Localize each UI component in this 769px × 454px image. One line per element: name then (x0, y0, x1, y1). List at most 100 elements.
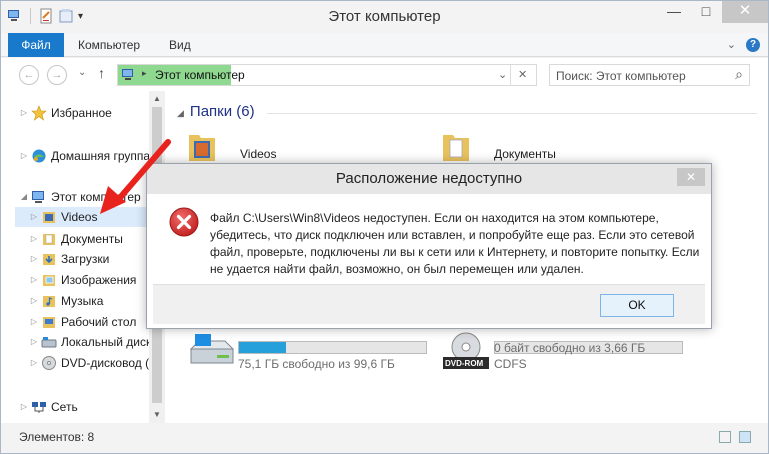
nav-item-label: Этот компьютер (51, 190, 141, 204)
nav-item-label: Videos (61, 210, 98, 224)
folders-group-header[interactable]: ◢ Папки (6) (177, 103, 255, 120)
nav-item-videos[interactable]: ▷ Videos (15, 207, 149, 227)
status-bar: Элементов: 8 (1, 423, 768, 453)
downloads-folder-icon (43, 254, 55, 265)
tab-view[interactable]: Вид (159, 33, 201, 57)
local-disk-free-space: 75,1 ГБ свободно из 99,6 ГБ (238, 357, 395, 371)
dialog-title: Расположение недоступно (335, 170, 523, 187)
ok-button[interactable]: OK (600, 294, 674, 317)
expand-arrow-icon[interactable]: ▷ (29, 229, 39, 249)
help-icon[interactable]: ? (746, 38, 760, 52)
expand-arrow-icon[interactable]: ▷ (29, 291, 39, 311)
nav-item-label: DVD-дисковод (E (61, 356, 158, 370)
search-input[interactable]: Поиск: Этот компьютер (556, 69, 686, 83)
documents-folder-icon[interactable] (441, 129, 471, 163)
window-title: Этот компьютер (328, 8, 441, 25)
address-path[interactable]: Этот компьютер (155, 68, 245, 82)
error-icon (169, 207, 199, 237)
close-button[interactable]: ✕ (722, 1, 768, 23)
items-count: Элементов: 8 (19, 430, 95, 444)
documents-folder-icon (43, 234, 55, 245)
nav-item-favorites[interactable]: ▷ Избранное (19, 103, 112, 123)
nav-item-music[interactable]: ▷ Музыка (29, 291, 104, 311)
nav-item-dvd-drive[interactable]: ▷ DVD-дисковод (E (29, 353, 157, 373)
scroll-up-icon[interactable]: ▲ (149, 91, 165, 107)
nav-item-this-pc[interactable]: ◢ Этот компьютер (19, 187, 141, 207)
collapse-arrow-icon[interactable]: ◢ (19, 187, 29, 207)
dialog-title-bar: Расположение недоступно ✕ (147, 164, 711, 194)
dialog-body: Файл C:\Users\Win8\Videos недоступен. Ес… (153, 194, 705, 284)
local-disk-icon (41, 337, 57, 348)
group-title: Папки (6) (189, 103, 255, 120)
error-dialog: Расположение недоступно ✕ Файл C:\Users\… (146, 163, 712, 329)
search-box[interactable]: Поиск: Этот компьютер ⌕ (549, 64, 750, 86)
videos-folder-icon (43, 212, 55, 223)
nav-item-label: Локальный диск (61, 335, 152, 349)
up-button[interactable]: ↑ (98, 65, 105, 81)
nav-item-label: Изображения (61, 273, 137, 287)
recent-locations-icon[interactable]: ⌄ (78, 67, 86, 78)
scroll-down-icon[interactable]: ▼ (149, 407, 165, 423)
tab-computer[interactable]: Компьютер (68, 33, 150, 57)
dvd-free-space: 0 байт свободно из 3,66 ГБ (494, 341, 646, 355)
expand-arrow-icon[interactable]: ▷ (29, 312, 39, 332)
expand-arrow-icon[interactable]: ▷ (19, 397, 29, 417)
nav-item-desktop[interactable]: ▷ Рабочий стол (29, 312, 136, 332)
homegroup-icon (32, 149, 46, 163)
ribbon-tabs: Файл Компьютер Вид ⌄ ? (1, 33, 768, 57)
computer-icon (32, 191, 44, 203)
expand-arrow-icon[interactable]: ▷ (19, 146, 29, 166)
dvd-rom-badge: DVD-ROM (445, 359, 484, 368)
expand-arrow-icon[interactable]: ▷ (29, 207, 39, 227)
large-icons-view-icon[interactable] (739, 431, 751, 443)
window-controls: — □ ✕ (658, 1, 768, 23)
expand-arrow-icon[interactable]: ▷ (29, 353, 39, 373)
address-dropdown-icon[interactable]: ⌄ (498, 68, 507, 81)
group-divider (267, 113, 757, 114)
expand-arrow-icon[interactable]: ▷ (19, 103, 29, 123)
address-divider (510, 65, 511, 85)
local-disk-icon[interactable] (187, 331, 237, 367)
star-icon (31, 105, 47, 121)
folder-name-videos[interactable]: Videos (240, 147, 276, 161)
dialog-message: Файл C:\Users\Win8\Videos недоступен. Ес… (210, 211, 700, 276)
expand-arrow-icon[interactable]: ▷ (29, 270, 39, 290)
nav-item-label: Домашняя группа (51, 149, 151, 163)
group-collapse-icon[interactable]: ◢ (177, 108, 184, 118)
address-bar-row: ← → ⌄ ↑ ▸ Этот компьютер ⌄ ✕ Поиск: Этот… (1, 58, 768, 91)
minimize-button[interactable]: — (658, 1, 690, 23)
maximize-button[interactable]: □ (690, 1, 722, 23)
nav-item-homegroup[interactable]: ▷ Домашняя группа (19, 146, 150, 166)
nav-item-downloads[interactable]: ▷ Загрузки (29, 249, 109, 269)
nav-item-label: Документы (61, 232, 123, 246)
tab-file[interactable]: Файл (8, 33, 64, 57)
navigation-pane: ▷ Избранное ▷ Домашняя группа ◢ Этот ком… (1, 91, 165, 423)
videos-folder-icon[interactable] (187, 129, 217, 163)
dvd-filesystem: CDFS (494, 357, 527, 371)
nav-item-label: Музыка (61, 294, 104, 308)
dialog-close-button[interactable]: ✕ (677, 168, 705, 186)
title-bar: ▾ Этот компьютер — □ ✕ (1, 1, 768, 33)
nav-item-pictures[interactable]: ▷ Изображения (29, 270, 137, 290)
address-separator-icon[interactable]: ▸ (142, 68, 147, 79)
nav-item-network[interactable]: ▷ Сеть (19, 397, 78, 417)
expand-ribbon-icon[interactable]: ⌄ (727, 38, 736, 52)
nav-item-local-disk[interactable]: ▷ Локальный диск (29, 332, 151, 352)
music-folder-icon (43, 296, 55, 307)
details-view-icon[interactable] (719, 431, 731, 443)
nav-item-label: Рабочий стол (61, 315, 137, 329)
folder-name-documents[interactable]: Документы (494, 147, 556, 161)
dialog-footer: OK (153, 284, 705, 324)
search-icon[interactable]: ⌕ (735, 66, 743, 83)
expand-arrow-icon[interactable]: ▷ (29, 249, 39, 269)
address-bar[interactable]: ▸ Этот компьютер ⌄ ✕ (117, 64, 537, 86)
back-button[interactable]: ← (19, 65, 39, 85)
ribbon-right-controls: ⌄ ? (727, 38, 760, 52)
pictures-folder-icon (43, 275, 55, 286)
expand-arrow-icon[interactable]: ▷ (29, 332, 39, 352)
local-disk-usage-fill (239, 342, 286, 353)
nav-item-documents[interactable]: ▷ Документы (29, 229, 123, 249)
address-clear-icon[interactable]: ✕ (518, 68, 527, 81)
dvd-drive-icon (42, 356, 56, 370)
forward-button[interactable]: → (47, 65, 67, 85)
